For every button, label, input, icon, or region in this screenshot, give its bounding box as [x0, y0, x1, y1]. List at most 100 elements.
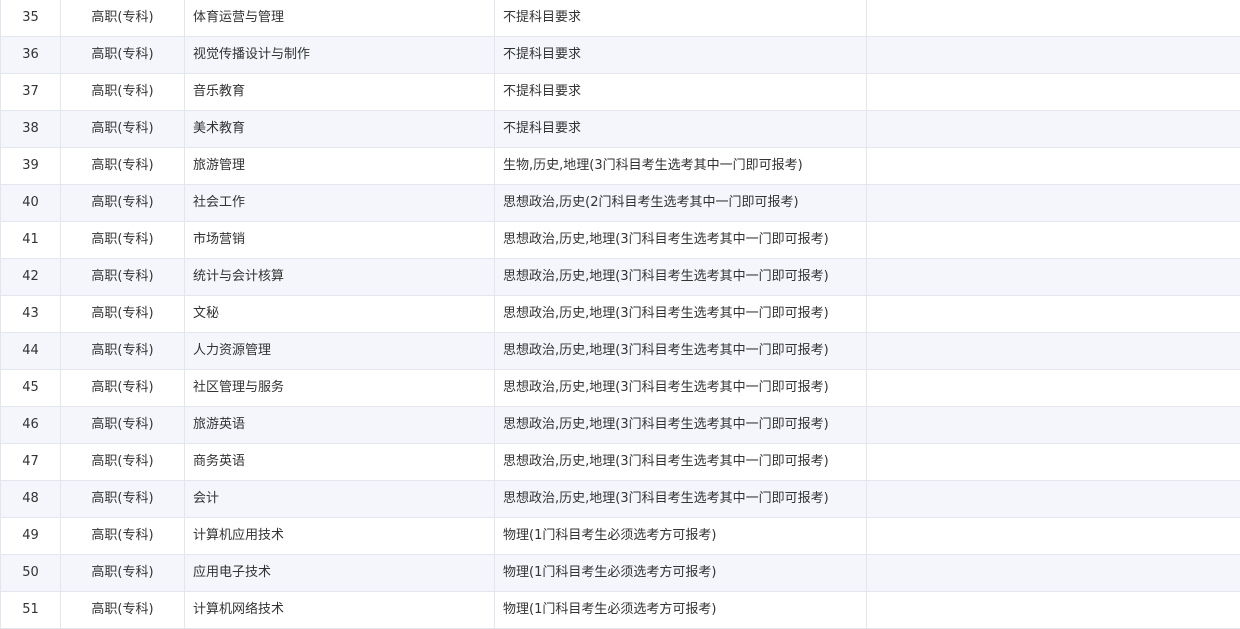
major-name-cell: 统计与会计核算 [184, 258, 495, 296]
remark-cell [866, 406, 1240, 444]
row-index-cell: 49 [0, 517, 61, 555]
major-name-cell: 人力资源管理 [184, 332, 495, 370]
major-name-cell: 旅游管理 [184, 147, 495, 185]
subject-requirement-cell: 不提科目要求 [494, 110, 867, 148]
row-index-cell: 45 [0, 369, 61, 407]
remark-cell [866, 110, 1240, 148]
remark-cell [866, 369, 1240, 407]
major-requirements-table: 35 高职(专科) 体育运营与管理 不提科目要求 36 高职(专科) 视觉传播设计与制作 不提… [0, 0, 1240, 629]
row-index-cell: 47 [0, 443, 61, 481]
table-row: 49 高职(专科) 计算机应用技术 物理(1门科目考生必须选考方可报考) [0, 517, 1240, 555]
education-level-cell: 高职(专科) [60, 406, 185, 444]
remark-cell [866, 480, 1240, 518]
table-row: 45 高职(专科) 社区管理与服务 思想政治,历史,地理(3门科目考生选考其中一门即可… [0, 369, 1240, 407]
education-level-cell: 高职(专科) [60, 295, 185, 333]
row-index-cell: 46 [0, 406, 61, 444]
education-level-cell: 高职(专科) [60, 517, 185, 555]
major-name-cell: 计算机网络技术 [184, 591, 495, 629]
major-name-cell: 商务英语 [184, 443, 495, 481]
major-name-cell: 社区管理与服务 [184, 369, 495, 407]
remark-cell [866, 554, 1240, 592]
major-name-cell: 美术教育 [184, 110, 495, 148]
table-row: 36 高职(专科) 视觉传播设计与制作 不提科目要求 [0, 36, 1240, 74]
row-index-cell: 50 [0, 554, 61, 592]
subject-requirement-cell: 思想政治,历史(2门科目考生选考其中一门即可报考) [494, 184, 867, 222]
row-index-cell: 41 [0, 221, 61, 259]
major-name-cell: 视觉传播设计与制作 [184, 36, 495, 74]
table-row: 40 高职(专科) 社会工作 思想政治,历史(2门科目考生选考其中一门即可报考) [0, 184, 1240, 222]
table-row: 41 高职(专科) 市场营销 思想政治,历史,地理(3门科目考生选考其中一门即可报考) [0, 221, 1240, 259]
table-row: 38 高职(专科) 美术教育 不提科目要求 [0, 110, 1240, 148]
subject-requirement-cell: 思想政治,历史,地理(3门科目考生选考其中一门即可报考) [494, 406, 867, 444]
row-index-cell: 37 [0, 73, 61, 111]
remark-cell [866, 73, 1240, 111]
subject-requirement-cell: 思想政治,历史,地理(3门科目考生选考其中一门即可报考) [494, 258, 867, 296]
education-level-cell: 高职(专科) [60, 258, 185, 296]
education-level-cell: 高职(专科) [60, 369, 185, 407]
education-level-cell: 高职(专科) [60, 184, 185, 222]
education-level-cell: 高职(专科) [60, 147, 185, 185]
major-name-cell: 音乐教育 [184, 73, 495, 111]
remark-cell [866, 517, 1240, 555]
education-level-cell: 高职(专科) [60, 591, 185, 629]
education-level-cell: 高职(专科) [60, 332, 185, 370]
major-name-cell: 应用电子技术 [184, 554, 495, 592]
subject-requirement-cell: 不提科目要求 [494, 0, 867, 37]
remark-cell [866, 221, 1240, 259]
education-level-cell: 高职(专科) [60, 554, 185, 592]
row-index-cell: 40 [0, 184, 61, 222]
subject-requirement-cell: 思想政治,历史,地理(3门科目考生选考其中一门即可报考) [494, 295, 867, 333]
subject-requirement-cell: 不提科目要求 [494, 36, 867, 74]
table-row: 50 高职(专科) 应用电子技术 物理(1门科目考生必须选考方可报考) [0, 554, 1240, 592]
subject-requirement-cell: 思想政治,历史,地理(3门科目考生选考其中一门即可报考) [494, 480, 867, 518]
subject-requirement-cell: 思想政治,历史,地理(3门科目考生选考其中一门即可报考) [494, 369, 867, 407]
subject-requirement-cell: 生物,历史,地理(3门科目考生选考其中一门即可报考) [494, 147, 867, 185]
remark-cell [866, 591, 1240, 629]
remark-cell [866, 443, 1240, 481]
table-row: 42 高职(专科) 统计与会计核算 思想政治,历史,地理(3门科目考生选考其中一门即可… [0, 258, 1240, 296]
table-body: 35 高职(专科) 体育运营与管理 不提科目要求 36 高职(专科) 视觉传播设计与制作 不提… [0, 0, 1240, 629]
row-index-cell: 48 [0, 480, 61, 518]
row-index-cell: 42 [0, 258, 61, 296]
table-row: 47 高职(专科) 商务英语 思想政治,历史,地理(3门科目考生选考其中一门即可报考) [0, 443, 1240, 481]
remark-cell [866, 258, 1240, 296]
subject-requirement-cell: 不提科目要求 [494, 73, 867, 111]
education-level-cell: 高职(专科) [60, 221, 185, 259]
table-row: 35 高职(专科) 体育运营与管理 不提科目要求 [0, 0, 1240, 37]
row-index-cell: 51 [0, 591, 61, 629]
education-level-cell: 高职(专科) [60, 480, 185, 518]
major-name-cell: 会计 [184, 480, 495, 518]
table-row: 46 高职(专科) 旅游英语 思想政治,历史,地理(3门科目考生选考其中一门即可报考) [0, 406, 1240, 444]
education-level-cell: 高职(专科) [60, 73, 185, 111]
remark-cell [866, 332, 1240, 370]
row-index-cell: 36 [0, 36, 61, 74]
remark-cell [866, 147, 1240, 185]
row-index-cell: 35 [0, 0, 61, 37]
education-level-cell: 高职(专科) [60, 110, 185, 148]
education-level-cell: 高职(专科) [60, 36, 185, 74]
major-name-cell: 旅游英语 [184, 406, 495, 444]
table-row: 39 高职(专科) 旅游管理 生物,历史,地理(3门科目考生选考其中一门即可报考) [0, 147, 1240, 185]
subject-requirement-cell: 物理(1门科目考生必须选考方可报考) [494, 554, 867, 592]
subject-requirement-cell: 思想政治,历史,地理(3门科目考生选考其中一门即可报考) [494, 443, 867, 481]
major-name-cell: 市场营销 [184, 221, 495, 259]
major-name-cell: 社会工作 [184, 184, 495, 222]
education-level-cell: 高职(专科) [60, 443, 185, 481]
table-row: 44 高职(专科) 人力资源管理 思想政治,历史,地理(3门科目考生选考其中一门即可报… [0, 332, 1240, 370]
education-level-cell: 高职(专科) [60, 0, 185, 37]
subject-requirement-cell: 物理(1门科目考生必须选考方可报考) [494, 591, 867, 629]
major-name-cell: 计算机应用技术 [184, 517, 495, 555]
row-index-cell: 44 [0, 332, 61, 370]
remark-cell [866, 295, 1240, 333]
remark-cell [866, 184, 1240, 222]
subject-requirement-cell: 物理(1门科目考生必须选考方可报考) [494, 517, 867, 555]
row-index-cell: 39 [0, 147, 61, 185]
row-index-cell: 43 [0, 295, 61, 333]
subject-requirement-cell: 思想政治,历史,地理(3门科目考生选考其中一门即可报考) [494, 332, 867, 370]
table-row: 43 高职(专科) 文秘 思想政治,历史,地理(3门科目考生选考其中一门即可报考) [0, 295, 1240, 333]
row-index-cell: 38 [0, 110, 61, 148]
table-row: 37 高职(专科) 音乐教育 不提科目要求 [0, 73, 1240, 111]
table-row: 48 高职(专科) 会计 思想政治,历史,地理(3门科目考生选考其中一门即可报考) [0, 480, 1240, 518]
table-row: 51 高职(专科) 计算机网络技术 物理(1门科目考生必须选考方可报考) [0, 591, 1240, 629]
major-name-cell: 文秘 [184, 295, 495, 333]
